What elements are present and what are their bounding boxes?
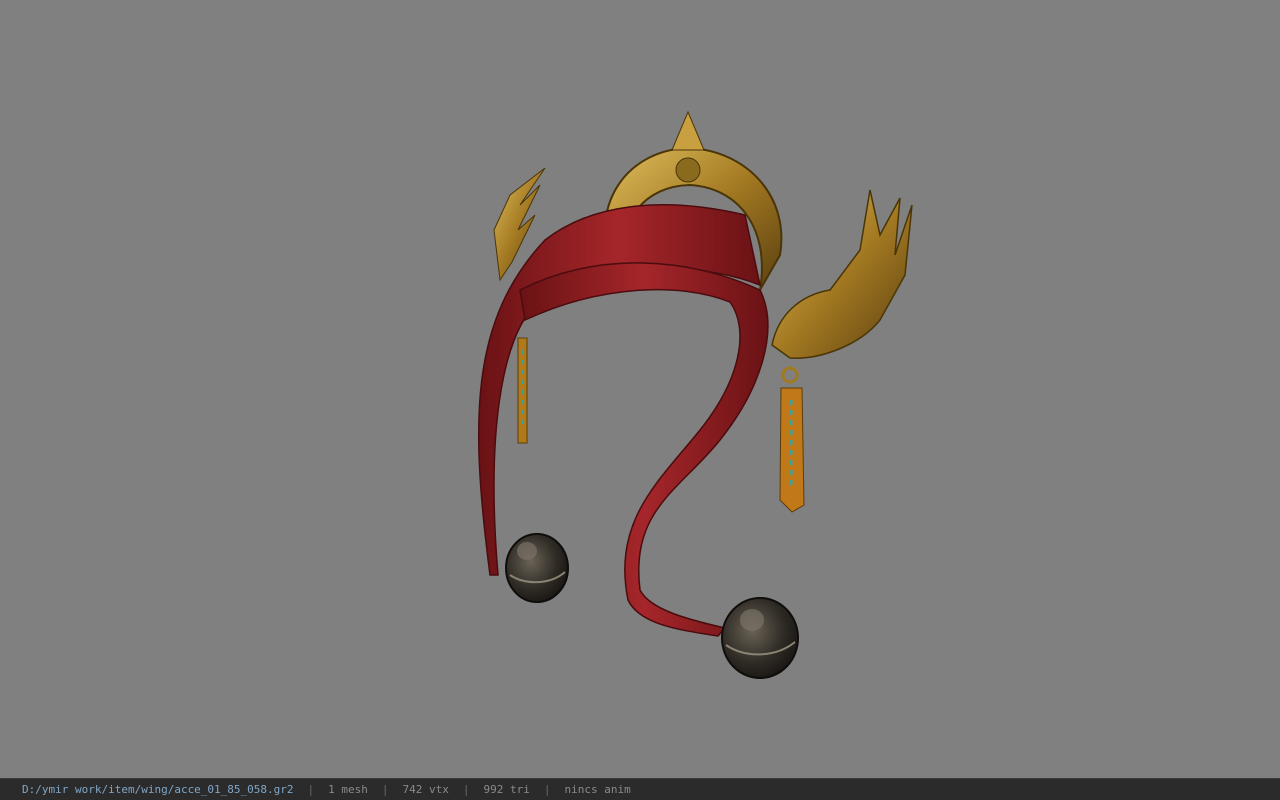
triangle-count: 992 tri (483, 783, 530, 796)
3d-viewport[interactable] (0, 0, 1280, 778)
separator: | (381, 783, 389, 796)
animation-status: nincs anim (564, 783, 631, 796)
file-path: D:/ymir work/item/wing/acce_01_85_058.gr… (22, 783, 294, 796)
status-bar: D:/ymir work/item/wing/acce_01_85_058.gr… (0, 778, 1280, 800)
separator: | (543, 783, 551, 796)
separator: | (462, 783, 470, 796)
mesh-count: 1 mesh (328, 783, 368, 796)
right-bell (721, 597, 799, 679)
model-render (477, 110, 913, 679)
separator: | (307, 783, 315, 796)
vertex-count: 742 vtx (402, 783, 449, 796)
left-bell (505, 533, 569, 603)
right-dragon-ornament (771, 189, 913, 513)
